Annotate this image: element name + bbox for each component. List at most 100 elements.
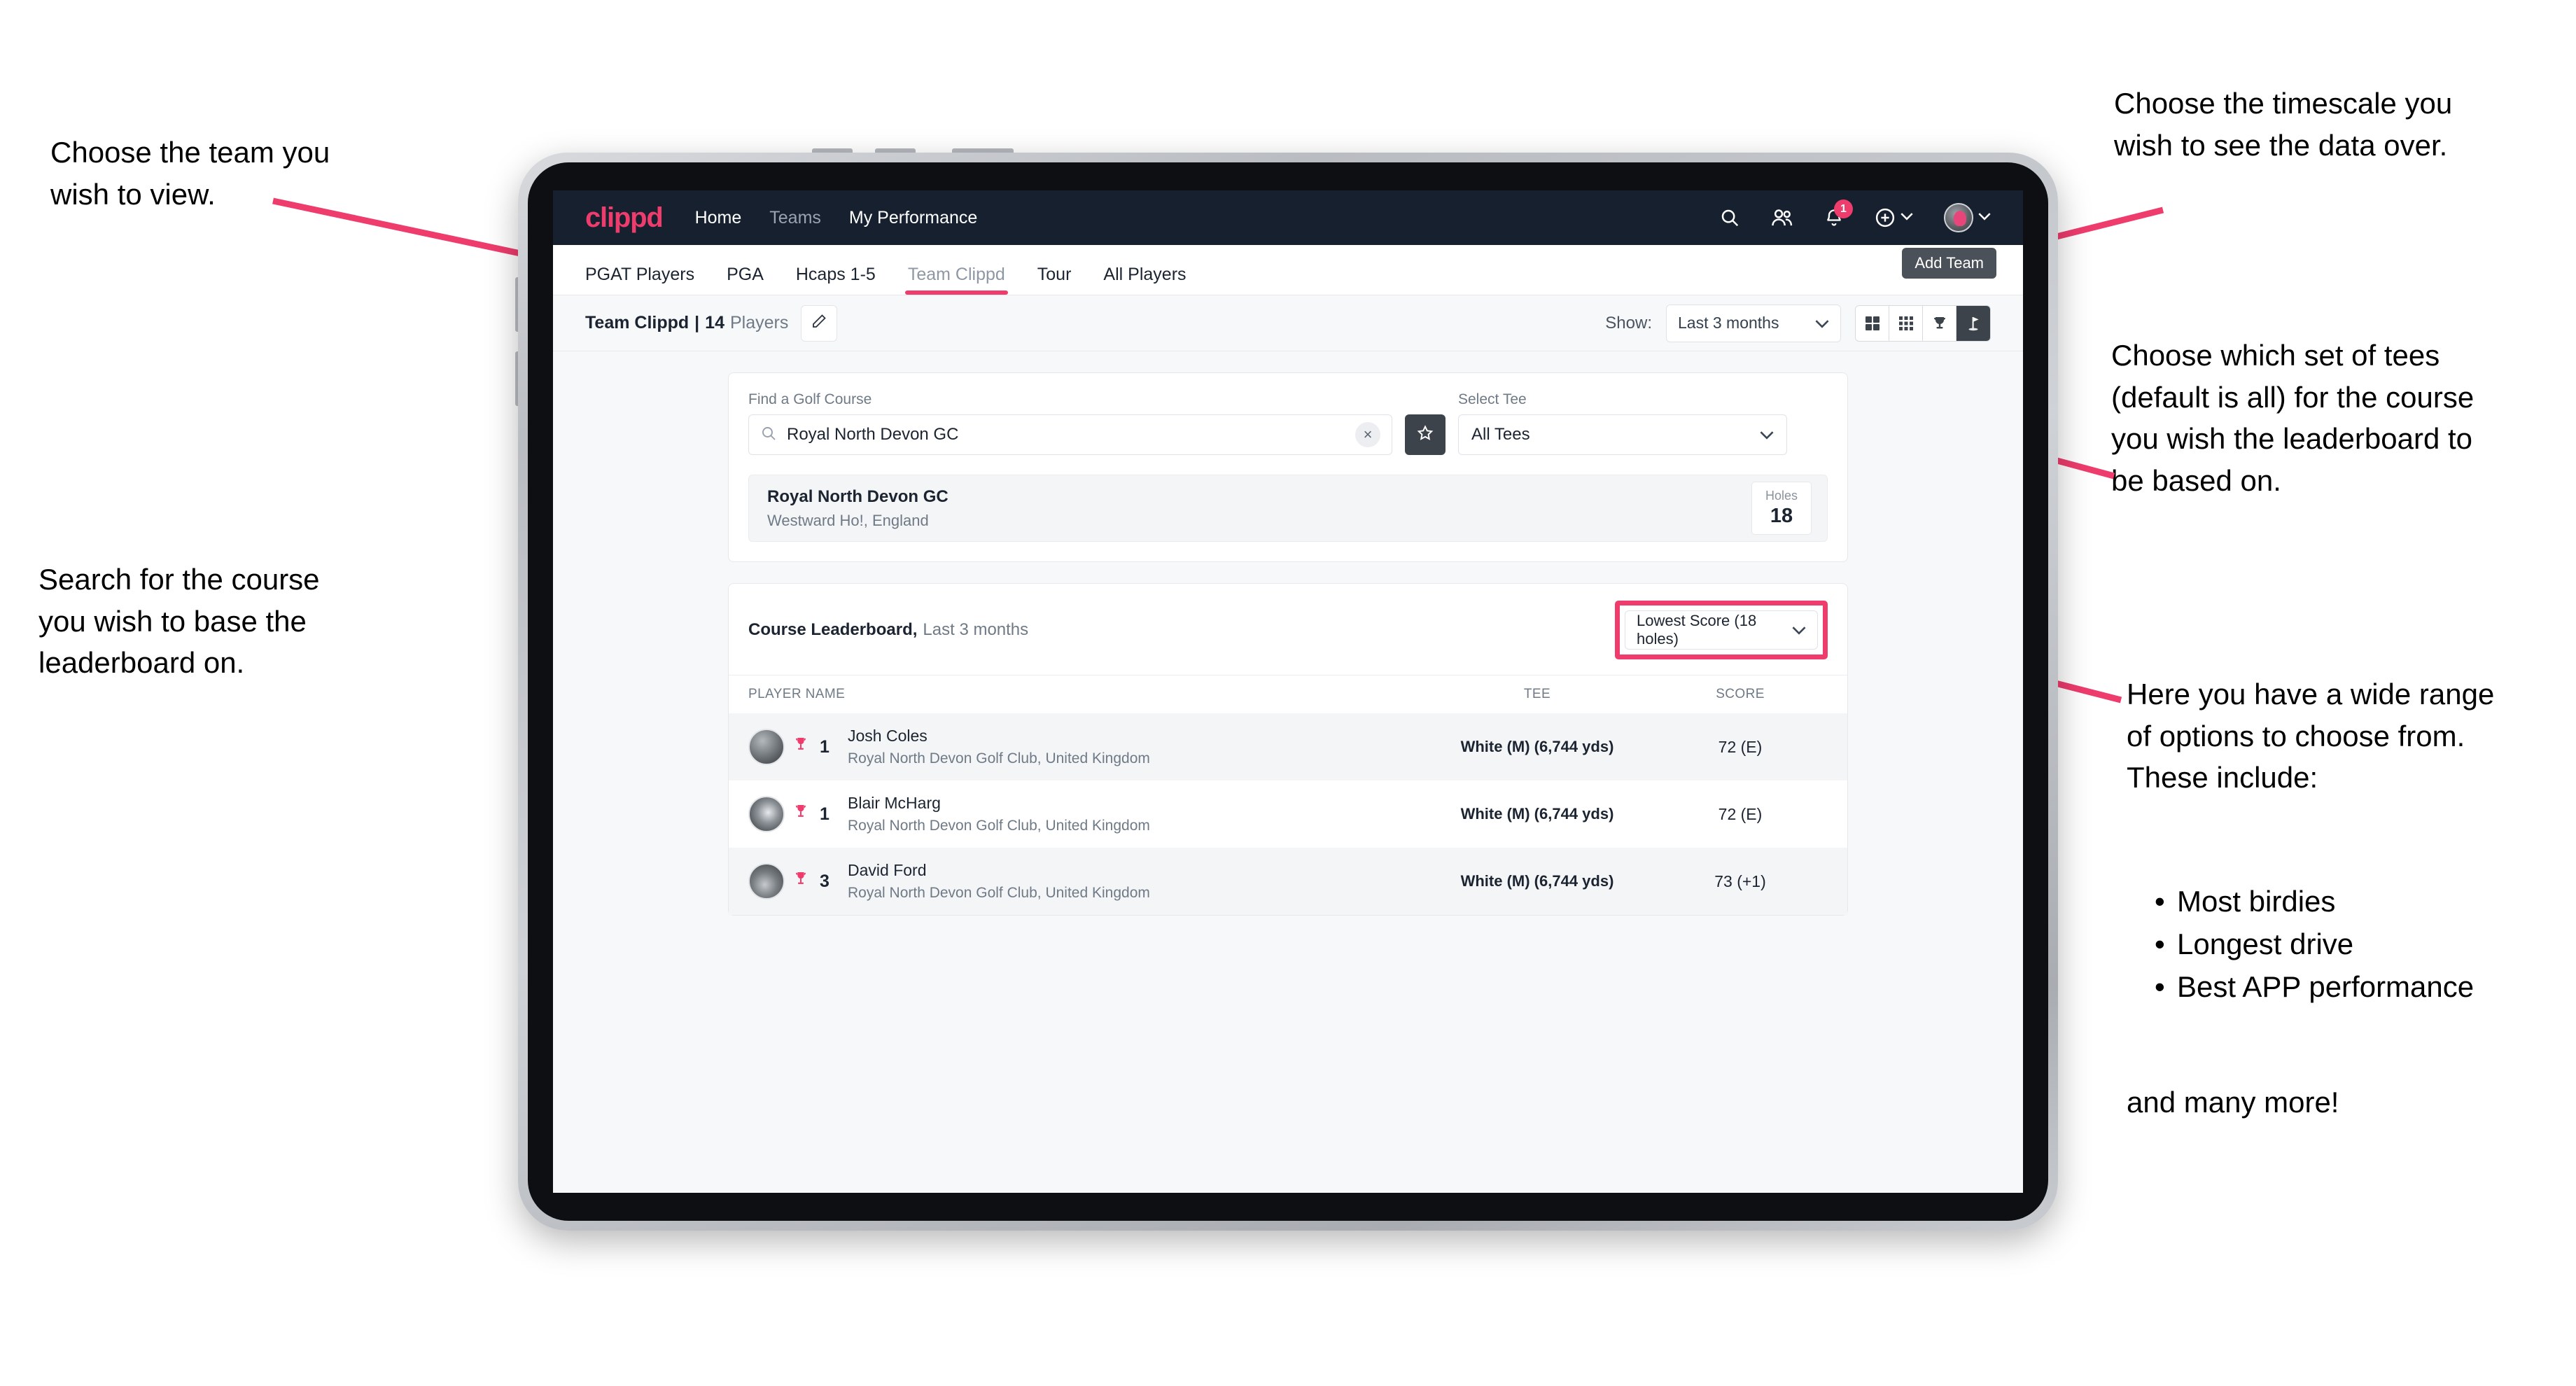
team-name: Team Clippd [585, 313, 690, 332]
leaderboard-sort-value: Lowest Score (18 holes) [1637, 612, 1757, 648]
course-search-row: Find a Golf Course Royal North Devon GC … [729, 373, 1847, 475]
avatar [748, 796, 785, 832]
select-tee-label: Select Tee [1458, 391, 1527, 407]
course-search-input[interactable]: Royal North Devon GC × [748, 414, 1392, 455]
player-name: Blair McHarg [848, 794, 941, 812]
player-name: David Ford [848, 861, 927, 879]
leaderboard-subtitle: Last 3 months [923, 620, 1029, 639]
tablet-bezel: clippd Home Teams My Performance 1 PGAT … [528, 162, 2048, 1221]
rank-value: 1 [820, 736, 830, 757]
chevron-down-icon [1978, 211, 1991, 224]
avatar [748, 863, 785, 899]
leaderboard-sort-wrapper: Lowest Score (18 holes) [1615, 601, 1828, 659]
player-club: Royal North Devon Golf Club, United King… [848, 885, 1150, 901]
player-club: Royal North Devon Golf Club, United King… [848, 750, 1150, 766]
column-tee: TEE [1523, 687, 1551, 701]
avatar [1944, 203, 1973, 232]
annotation-choose-tees: Choose which set of tees (default is all… [2111, 339, 2474, 497]
grid-3x3-view-button[interactable] [1889, 305, 1923, 341]
team-toolbar: Team Clippd | 14 Players Show: Last 3 month… [553, 295, 2023, 351]
primary-nav: Home Teams My Performance [695, 208, 978, 228]
course-view-button[interactable] [1956, 305, 1990, 341]
favourite-course-button[interactable] [1405, 414, 1446, 455]
bell-icon[interactable]: 1 [1824, 200, 1853, 228]
tab-tour[interactable]: Tour [1037, 265, 1072, 295]
option-item: Most birdies [2177, 885, 2336, 918]
show-label: Show: [1605, 313, 1652, 332]
holes-badge: Holes 18 [1751, 482, 1812, 535]
find-course-label: Find a Golf Course [748, 391, 872, 407]
find-course-field: Find a Golf Course Royal North Devon GC … [748, 391, 1392, 455]
player-name: Josh Coles [848, 727, 927, 745]
holes-label: Holes [1765, 489, 1798, 503]
add-team-tooltip: Add Team [1902, 248, 1996, 279]
player-info: Blair McHarg Royal North Devon Golf Club… [848, 794, 1422, 834]
leaderboard-title-main: Course Leaderboard, [748, 620, 918, 639]
player-score: 73 (+1) [1714, 872, 1766, 890]
chevron-down-icon [1760, 425, 1774, 444]
notification-badge: 1 [1834, 200, 1853, 218]
tee-select[interactable]: All Tees [1458, 414, 1787, 455]
pencil-icon [811, 313, 827, 333]
tab-team-clippd[interactable]: Team Clippd [904, 265, 1008, 295]
rank-value: 3 [820, 871, 830, 891]
page-content: Find a Golf Course Royal North Devon GC … [553, 351, 2023, 1193]
course-leaderboard-panel: Course Leaderboard, Last 3 months Lowest … [728, 583, 1848, 916]
tab-hcaps-1-5[interactable]: Hcaps 1-5 [796, 265, 876, 295]
annotation-options-outro: and many more! [2127, 1086, 2339, 1119]
tab-pga[interactable]: PGA [727, 265, 764, 295]
table-row[interactable]: 1 Josh Coles Royal North Devon Golf Club… [729, 713, 1847, 780]
trophy-icon [793, 804, 808, 825]
rank-value: 1 [820, 804, 830, 824]
clippd-logo[interactable]: clippd [585, 202, 664, 234]
app-screen: clippd Home Teams My Performance 1 PGAT … [553, 190, 2023, 1193]
course-search-panel: Find a Golf Course Royal North Devon GC … [728, 372, 1848, 562]
nav-link-my-performance[interactable]: My Performance [849, 208, 977, 228]
trophy-icon [793, 871, 808, 892]
column-score: SCORE [1716, 687, 1765, 701]
leaderboard-sort-select[interactable]: Lowest Score (18 holes) [1625, 610, 1818, 650]
trophy-view-button[interactable] [1923, 305, 1956, 341]
chevron-down-icon [1815, 314, 1829, 332]
player-score: 72 (E) [1718, 737, 1763, 756]
top-navbar: clippd Home Teams My Performance 1 [553, 190, 2023, 245]
timescale-select[interactable]: Last 3 months [1666, 304, 1841, 342]
option-item: Best APP performance [2177, 969, 2474, 1003]
grid-2x2-view-button[interactable] [1856, 305, 1889, 341]
nav-link-teams[interactable]: Teams [769, 208, 821, 228]
course-result-card[interactable]: Royal North Devon GC Westward Ho!, Engla… [748, 475, 1828, 542]
nav-link-home[interactable]: Home [695, 208, 742, 228]
table-row[interactable]: 1 Blair McHarg Royal North Devon Golf Cl… [729, 780, 1847, 848]
leaderboard-header: Course Leaderboard, Last 3 months Lowest … [729, 584, 1847, 676]
holes-value: 18 [1770, 505, 1793, 527]
clear-search-button[interactable]: × [1355, 422, 1380, 447]
search-icon[interactable] [1719, 207, 1740, 228]
edit-team-button[interactable] [801, 304, 838, 342]
user-menu-button[interactable] [1944, 203, 1991, 232]
team-summary: Team Clippd | 14 Players [585, 313, 788, 333]
player-info: David Ford Royal North Devon Golf Club, … [848, 861, 1422, 902]
tab-pgat-players[interactable]: PGAT Players [585, 265, 694, 295]
player-tee: White (M) (6,744 yds) [1460, 805, 1614, 822]
chevron-down-icon [1900, 211, 1913, 224]
people-icon[interactable] [1771, 207, 1793, 228]
tee-select-value: All Tees [1471, 425, 1530, 444]
toolbar-right: Show: Last 3 months [1605, 304, 1991, 342]
player-club: Royal North Devon Golf Club, United King… [848, 818, 1150, 834]
player-tee: White (M) (6,744 yds) [1460, 738, 1614, 755]
leaderboard-column-headers: PLAYER NAME TEE SCORE [729, 676, 1847, 713]
star-icon [1416, 424, 1434, 446]
annotation-choose-timescale: Choose the timescale you wish to see the… [2114, 87, 2453, 162]
view-toggle-group [1855, 304, 1991, 342]
team-player-count: 14 [705, 313, 724, 332]
table-row[interactable]: 3 David Ford Royal North Devon Golf Club… [729, 848, 1847, 915]
tablet-device-frame: clippd Home Teams My Performance 1 PGAT … [518, 153, 2058, 1231]
add-menu-button[interactable] [1875, 207, 1913, 228]
tab-all-players[interactable]: All Players [1103, 265, 1186, 295]
column-player-name: PLAYER NAME [748, 687, 846, 701]
course-result-location: Westward Ho!, England [767, 511, 929, 529]
annotation-search-course: Search for the course you wish to base t… [38, 563, 320, 680]
trophy-icon [793, 736, 808, 758]
annotation-options-intro: Here you have a wide range of options to… [2127, 678, 2495, 794]
chevron-down-icon [1792, 621, 1806, 639]
